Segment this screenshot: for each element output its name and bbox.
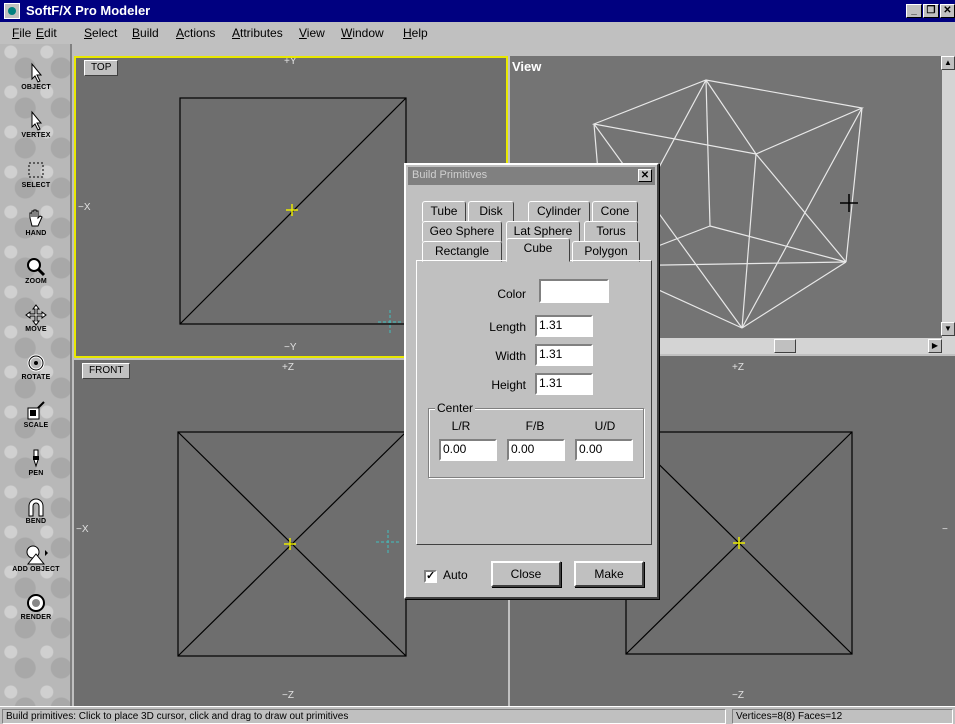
make-button[interactable]: Make (574, 561, 644, 587)
tab-geo-sphere[interactable]: Geo Sphere (422, 221, 502, 242)
scale-icon (27, 401, 45, 420)
viewport-top-tag[interactable]: TOP (84, 60, 119, 76)
ud-label: U/D (594, 419, 616, 433)
tool-scale[interactable]: SCALE (6, 396, 66, 446)
menu-build[interactable]: Build (132, 26, 159, 40)
tab-rectangle[interactable]: Rectangle (422, 241, 502, 262)
fb-label: F/B (525, 419, 545, 433)
tab-tube[interactable]: Tube (422, 201, 466, 222)
height-label: Height (491, 378, 526, 392)
menu-actions[interactable]: Actions (176, 26, 215, 40)
view-vertical-scrollbar[interactable]: ▲ ▼ (941, 56, 955, 338)
toolbox: OBJECT VERTEX SELECT HAND ZOOM MOVE ROTA… (0, 44, 72, 706)
lr-label: L/R (451, 419, 471, 433)
tool-object[interactable]: OBJECT (6, 58, 66, 108)
tab-torus[interactable]: Torus (584, 221, 638, 242)
tool-hand[interactable]: HAND (6, 204, 66, 254)
menu-select[interactable]: Select (84, 26, 117, 40)
menu-file[interactable]: File (12, 26, 31, 40)
center-group-title: Center (435, 401, 476, 415)
close-button[interactable]: Close (491, 561, 561, 587)
axis-plus-x-side: − (942, 524, 948, 535)
menu-view[interactable]: View (299, 26, 325, 40)
title-bar: SoftF/X Pro Modeler _ ❐ ✕ (0, 0, 955, 22)
tool-add-object[interactable]: ADD OBJECT (6, 540, 66, 590)
bend-icon (28, 498, 44, 517)
auto-label: Auto (443, 568, 468, 582)
axis-minus-x-top: −X (78, 202, 91, 213)
axis-plus-z-front: +Z (282, 362, 294, 373)
menu-edit[interactable]: Edit (36, 26, 57, 40)
vertex-arrow-icon (31, 110, 43, 131)
length-field[interactable]: 1.31 (535, 315, 593, 337)
status-counts: Vertices=8(8) Faces=12 (732, 709, 953, 724)
tool-vertex[interactable]: VERTEX (6, 106, 66, 156)
axis-minus-z-side: −Z (732, 690, 744, 701)
close-icon[interactable]: ✕ (940, 4, 955, 18)
menu-attributes[interactable]: Attributes (232, 26, 283, 40)
axis-minus-x-front: −X (76, 524, 89, 535)
tab-disk[interactable]: Disk (468, 201, 514, 222)
scroll-right-icon[interactable]: ▶ (928, 339, 942, 353)
scroll-thumb[interactable] (774, 339, 796, 353)
viewport-front-tag[interactable]: FRONT (82, 363, 131, 379)
scroll-up-icon[interactable]: ▲ (941, 56, 955, 70)
hand-icon (29, 209, 43, 227)
menu-help[interactable]: Help (403, 26, 428, 40)
minimize-icon[interactable]: _ (906, 4, 922, 18)
move-icon (25, 304, 47, 326)
build-primitives-dialog: Build Primitives ✕ Tube Disk Cylinder Co… (404, 163, 659, 599)
lr-field[interactable]: 0.00 (439, 439, 497, 461)
tool-render[interactable]: RENDER (6, 588, 66, 638)
width-label: Width (495, 349, 526, 363)
select-box-icon (28, 162, 44, 178)
width-field[interactable]: 1.31 (535, 344, 593, 366)
status-message: Build primitives: Click to place 3D curs… (2, 709, 726, 724)
restore-icon[interactable]: ❐ (923, 4, 939, 18)
view-label: View (512, 59, 542, 74)
dialog-close-icon[interactable]: ✕ (638, 169, 652, 182)
dialog-title: Build Primitives (412, 169, 488, 181)
tab-cone[interactable]: Cone (592, 201, 638, 222)
pen-icon (33, 449, 39, 468)
add-object-icon (26, 545, 48, 565)
ud-field[interactable]: 0.00 (575, 439, 633, 461)
auto-checkbox[interactable]: ✓ (424, 570, 437, 583)
tab-polygon[interactable]: Polygon (572, 241, 640, 262)
fb-field[interactable]: 0.00 (507, 439, 565, 461)
dialog-title-bar[interactable]: Build Primitives ✕ (408, 167, 655, 185)
magnifier-icon (27, 258, 46, 277)
tab-cylinder[interactable]: Cylinder (528, 201, 590, 222)
center-group: Center L/R F/B U/D 0.00 0.00 0.00 (428, 401, 644, 478)
length-label: Length (489, 320, 526, 334)
scroll-down-icon[interactable]: ▼ (941, 322, 955, 336)
app-title: SoftF/X Pro Modeler (26, 3, 151, 18)
arrow-icon (31, 62, 43, 83)
axis-plus-z-side: +Z (732, 362, 744, 373)
tool-rotate[interactable]: ROTATE (6, 348, 66, 398)
tool-bend[interactable]: BEND (6, 492, 66, 542)
tab-cube[interactable]: Cube (506, 238, 570, 262)
menu-window[interactable]: Window (341, 26, 384, 40)
tool-pen[interactable]: PEN (6, 444, 66, 494)
tool-select[interactable]: SELECT (6, 156, 66, 206)
app-icon[interactable] (4, 3, 20, 19)
color-label: Color (497, 287, 526, 301)
axis-plus-y: +Y (284, 56, 297, 67)
height-field[interactable]: 1.31 (535, 373, 593, 395)
color-swatch[interactable] (539, 279, 609, 303)
rotate-icon (27, 354, 45, 372)
status-bar: Build primitives: Click to place 3D curs… (0, 706, 955, 724)
render-icon (27, 594, 45, 612)
axis-minus-y: −Y (284, 342, 297, 353)
axis-minus-z-front: −Z (282, 690, 294, 701)
tool-move[interactable]: MOVE (6, 300, 66, 350)
menu-bar: File Edit Select Build Actions Attribute… (0, 22, 955, 44)
tool-zoom[interactable]: ZOOM (6, 252, 66, 302)
